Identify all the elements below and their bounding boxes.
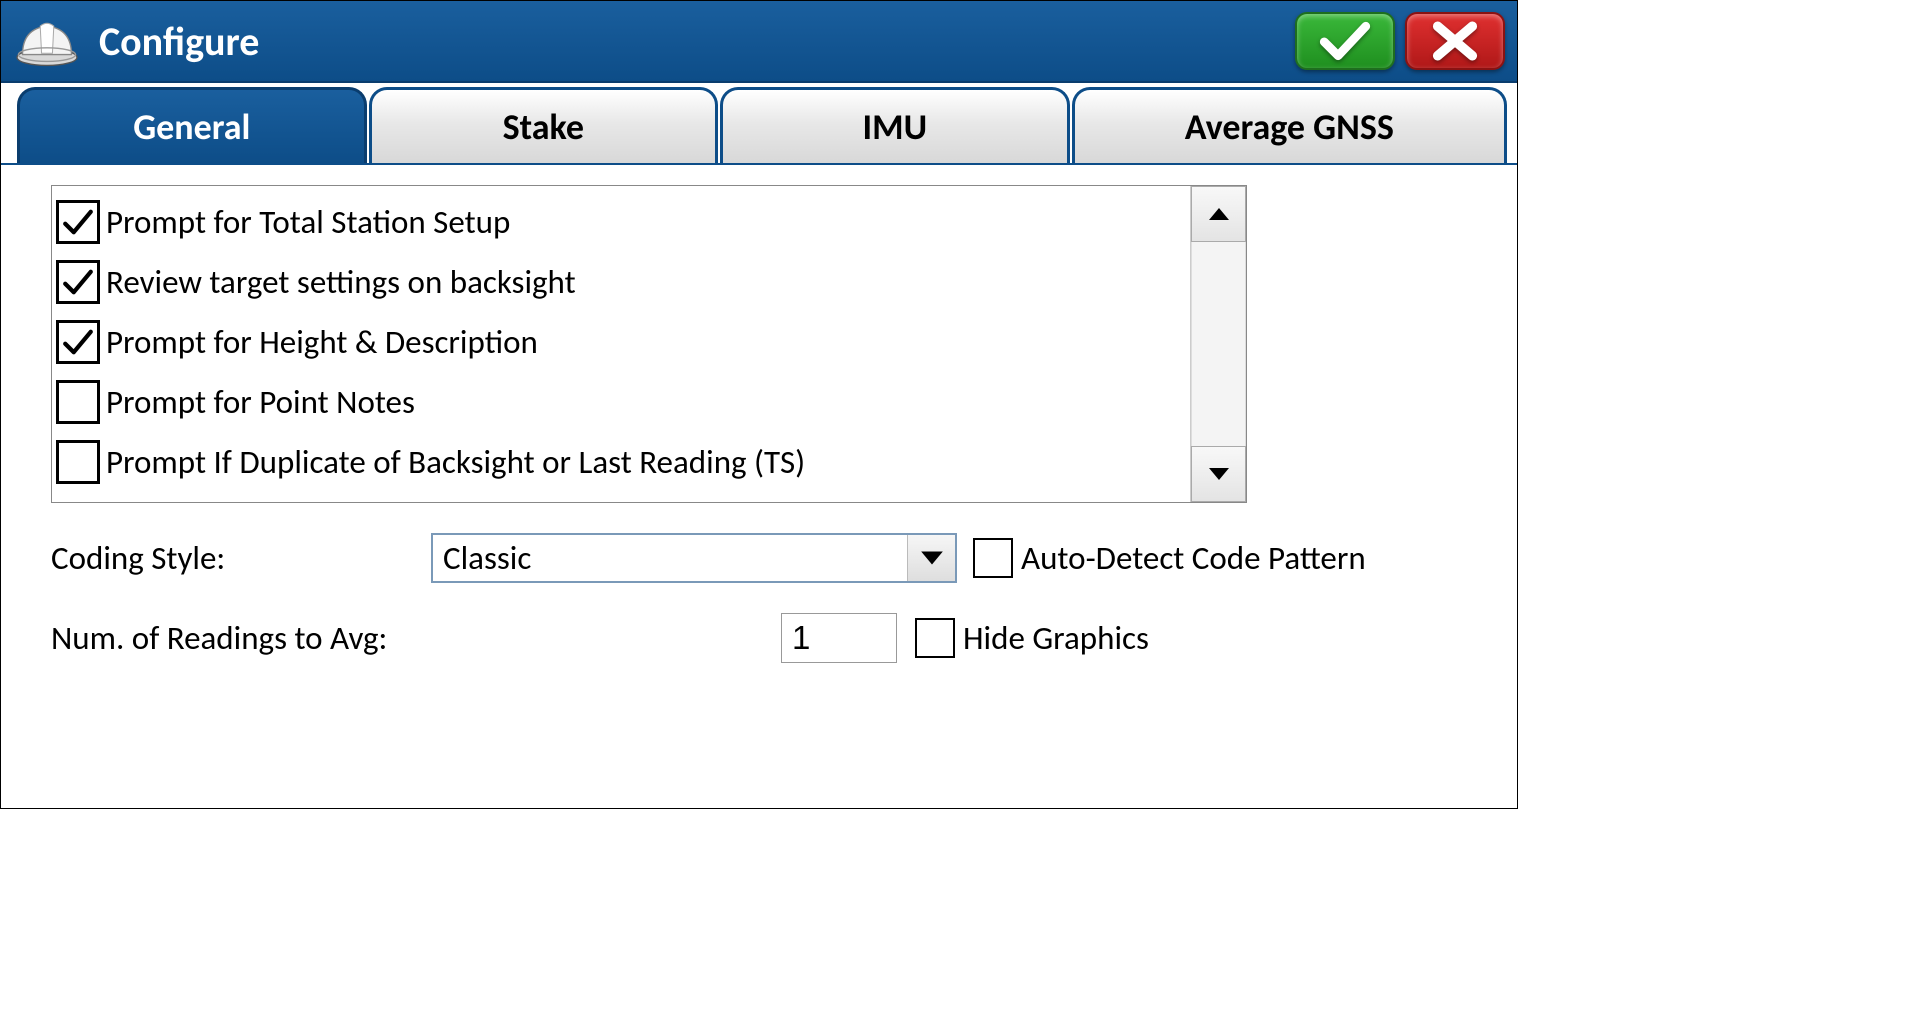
list-item: Prompt for Total Station Setup <box>52 192 1190 252</box>
hardhat-icon <box>13 11 81 71</box>
option-label: Prompt for Point Notes <box>106 382 415 422</box>
title-bar: Configure <box>1 1 1517 83</box>
options-list: Prompt for Total Station Setup Review ta… <box>52 186 1190 502</box>
tab-stake[interactable]: Stake <box>369 87 719 163</box>
scroll-up-button[interactable] <box>1191 186 1246 242</box>
scrollbar <box>1190 186 1246 502</box>
tab-average-gnss[interactable]: Average GNSS <box>1072 87 1507 163</box>
triangle-up-icon <box>1207 205 1231 223</box>
option-label: Prompt for Total Station Setup <box>106 202 510 242</box>
option-label: Prompt for Height & Description <box>106 322 538 362</box>
auto-detect-label: Auto-Detect Code Pattern <box>1021 538 1366 578</box>
list-item: Review target settings on backsight <box>52 252 1190 312</box>
x-icon <box>1429 19 1481 63</box>
ok-button[interactable] <box>1295 12 1395 70</box>
auto-detect-group: Auto-Detect Code Pattern <box>973 538 1366 578</box>
triangle-down-icon <box>1207 465 1231 483</box>
checkbox-prompt-ts-setup[interactable] <box>56 200 100 244</box>
tab-label: Average GNSS <box>1185 105 1394 149</box>
num-readings-input[interactable] <box>781 613 897 663</box>
option-label: Review target settings on backsight <box>106 262 576 302</box>
page-title: Configure <box>99 17 1285 66</box>
coding-style-dropdown[interactable]: Classic <box>431 533 957 583</box>
tab-imu[interactable]: IMU <box>720 87 1070 163</box>
tab-bar: General Stake IMU Average GNSS <box>1 83 1517 165</box>
checkbox-prompt-duplicate[interactable] <box>56 440 100 484</box>
list-item: Prompt for Point Notes <box>52 372 1190 432</box>
checkbox-prompt-point-notes[interactable] <box>56 380 100 424</box>
checkbox-review-target[interactable] <box>56 260 100 304</box>
tab-label: Stake <box>503 105 584 149</box>
dropdown-value: Classic <box>443 538 531 578</box>
cancel-button[interactable] <box>1405 12 1505 70</box>
hide-graphics-group: Hide Graphics <box>915 618 1149 658</box>
tab-content: Prompt for Total Station Setup Review ta… <box>1 165 1517 683</box>
coding-style-label: Coding Style: <box>51 538 431 578</box>
list-item: Prompt for Height & Description <box>52 312 1190 372</box>
option-label: Prompt If Duplicate of Backsight or Last… <box>106 442 805 482</box>
num-readings-label: Num. of Readings to Avg: <box>51 618 781 658</box>
tab-label: IMU <box>863 105 928 149</box>
scroll-down-button[interactable] <box>1191 446 1246 502</box>
checkmark-icon <box>61 205 95 239</box>
tab-general[interactable]: General <box>17 87 367 163</box>
scroll-track[interactable] <box>1191 242 1246 446</box>
tab-label: General <box>133 105 250 149</box>
hide-graphics-label: Hide Graphics <box>963 618 1149 658</box>
dropdown-arrow <box>907 535 955 581</box>
checkmark-icon <box>61 265 95 299</box>
coding-style-row: Coding Style: Classic Auto-Detect Code P… <box>51 533 1477 583</box>
checkbox-prompt-height-desc[interactable] <box>56 320 100 364</box>
checkmark-icon <box>61 325 95 359</box>
checkbox-hide-graphics[interactable] <box>915 618 955 658</box>
check-icon <box>1319 19 1371 63</box>
checkbox-auto-detect[interactable] <box>973 538 1013 578</box>
num-readings-row: Num. of Readings to Avg: Hide Graphics <box>51 613 1477 663</box>
options-listbox: Prompt for Total Station Setup Review ta… <box>51 185 1247 503</box>
list-item: Prompt If Duplicate of Backsight or Last… <box>52 432 1190 492</box>
triangle-down-icon <box>919 549 945 567</box>
